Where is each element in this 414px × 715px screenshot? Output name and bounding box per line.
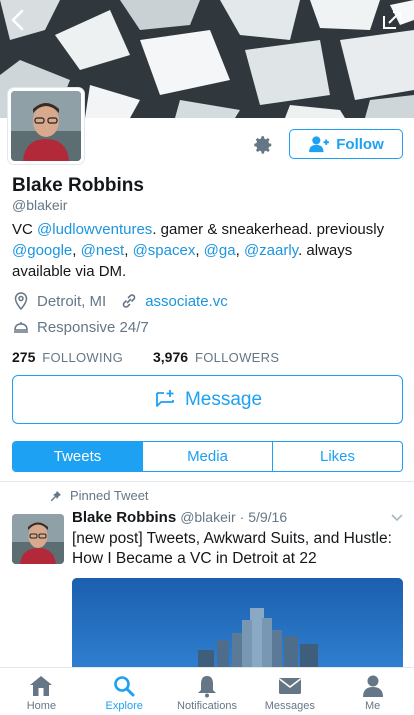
tweet-options-button[interactable] (390, 511, 404, 525)
nav-messages-label: Messages (264, 700, 315, 712)
bio-text: , (72, 242, 81, 259)
profile-name: Blake Robbins (12, 175, 144, 196)
profile-location-row: Detroit, MI associate.vc (12, 292, 228, 310)
tweet-author-name[interactable]: Blake Robbins (72, 509, 176, 526)
service-bell-icon (12, 318, 30, 336)
add-user-icon (309, 136, 330, 153)
tweet-header: Blake Robbins @blakeir · 5/9/16 (72, 509, 287, 526)
profile-responsive-row: Responsive 24/7 (12, 318, 149, 336)
followers-count: 3,976 (153, 349, 189, 365)
profile-tabs: Tweets Media Likes (12, 441, 403, 472)
nav-me-label: Me (364, 700, 381, 712)
tweet-date: · 5/9/16 (239, 509, 288, 525)
bio-text: , (235, 242, 244, 259)
follow-label: Follow (336, 135, 384, 153)
link-icon (120, 292, 138, 310)
share-button[interactable] (378, 6, 406, 34)
tweet-media-image[interactable] (72, 578, 403, 670)
pinned-indicator: Pinned Tweet (50, 488, 149, 503)
chevron-left-icon (11, 9, 24, 31)
profile-avatar[interactable] (8, 88, 84, 164)
nav-explore[interactable]: Explore (83, 668, 166, 715)
bio-text: , (124, 242, 133, 259)
section-divider (0, 481, 414, 482)
pin-icon (51, 490, 61, 501)
bio-mention-google[interactable]: @google (12, 242, 72, 259)
bio-text: , (195, 242, 204, 259)
follow-button[interactable]: Follow (289, 129, 403, 159)
following-count: 275 (12, 349, 36, 365)
bio-mention-spacex[interactable]: @spacex (133, 242, 196, 259)
bottom-tab-bar: Home Explore Notifications Messages Me (0, 667, 414, 715)
tweet-avatar[interactable] (12, 514, 64, 564)
avatar-photo (11, 91, 81, 161)
settings-button[interactable] (250, 132, 276, 158)
tweet-author-handle: @blakeir (180, 509, 236, 525)
message-button[interactable]: Message (12, 375, 403, 424)
tab-likes[interactable]: Likes (273, 442, 402, 471)
chevron-down-icon (391, 514, 403, 522)
nav-me[interactable]: Me (331, 668, 414, 715)
nav-home-label: Home (26, 700, 57, 712)
back-button[interactable] (4, 6, 32, 34)
message-label: Message (184, 388, 263, 410)
bell-icon (194, 674, 220, 698)
home-icon (28, 674, 54, 698)
bio-text: . gamer & sneakerhead. previously (152, 221, 385, 238)
envelope-icon (277, 674, 303, 698)
bio-mention-nest[interactable]: @nest (81, 242, 125, 259)
bio-text: VC (12, 221, 38, 238)
nav-notifications-label: Notifications (177, 700, 237, 712)
nav-home[interactable]: Home (0, 668, 83, 715)
profile-responsive: Responsive 24/7 (37, 318, 149, 336)
profile-stats: 275 FOLLOWING 3,976 FOLLOWERS (12, 349, 279, 365)
bio-mention-ludlowventures[interactable]: @ludlowventures (37, 221, 152, 238)
profile-bio: VC @ludlowventures. gamer & sneakerhead.… (12, 219, 407, 282)
tab-tweets[interactable]: Tweets (13, 442, 143, 471)
following-label: FOLLOWING (42, 350, 123, 365)
nav-notifications[interactable]: Notifications (166, 668, 249, 715)
bio-mention-zaarly[interactable]: @zaarly (244, 242, 298, 259)
followers-label: FOLLOWERS (194, 350, 280, 365)
profile-location: Detroit, MI (37, 292, 107, 310)
tweet-text: [new post] Tweets, Awkward Suits, and Hu… (72, 530, 392, 567)
location-pin-icon (12, 292, 30, 310)
followers-stat[interactable]: 3,976 FOLLOWERS (153, 349, 279, 365)
message-plus-icon (156, 389, 174, 407)
search-icon (111, 674, 137, 698)
share-icon (383, 11, 401, 29)
gear-icon (254, 136, 272, 154)
person-icon (360, 674, 386, 698)
bio-mention-ga[interactable]: @ga (204, 242, 236, 259)
nav-explore-label: Explore (105, 700, 143, 712)
nav-messages[interactable]: Messages (248, 668, 331, 715)
profile-handle: @blakeir (12, 197, 68, 213)
pinned-label: Pinned Tweet (70, 488, 149, 503)
following-stat[interactable]: 275 FOLLOWING (12, 349, 123, 365)
tab-media[interactable]: Media (143, 442, 273, 471)
profile-website-link[interactable]: associate.vc (145, 293, 228, 310)
